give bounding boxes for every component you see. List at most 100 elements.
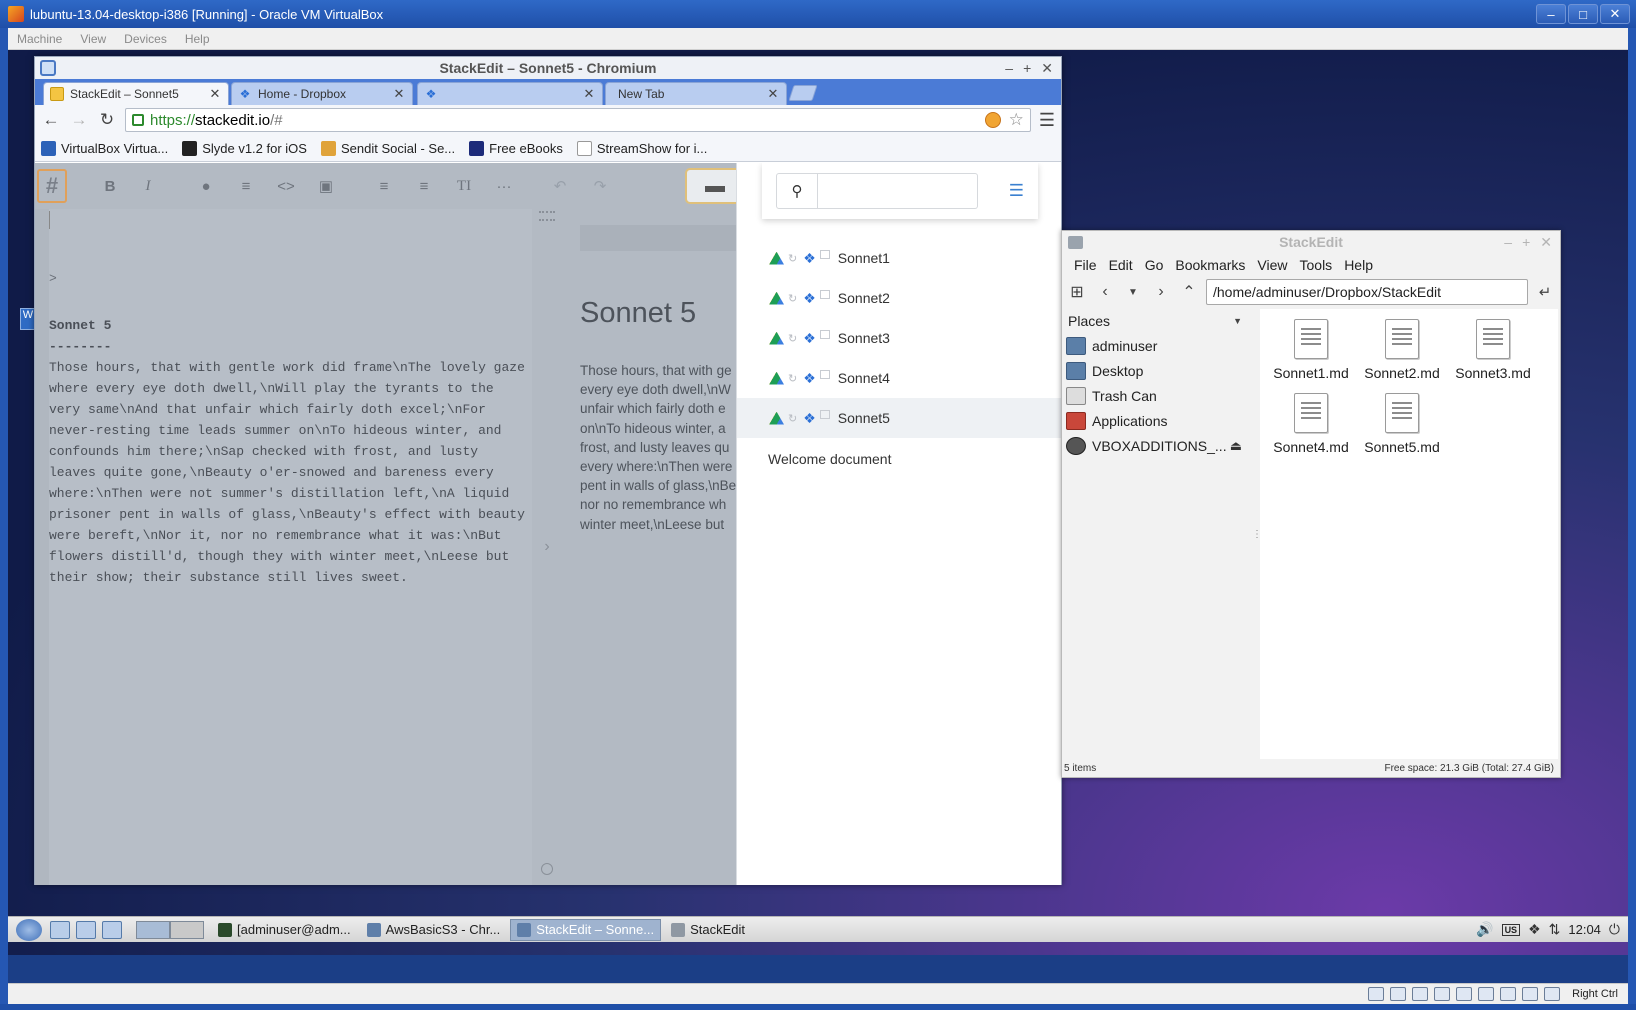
minimize-icon[interactable]: – (1005, 60, 1013, 77)
network-adapter-icon[interactable] (1434, 987, 1451, 1001)
redo-icon[interactable]: ↷ (587, 177, 613, 195)
place-home[interactable]: adminuser (1064, 333, 1254, 358)
image-icon[interactable]: ▣ (313, 177, 339, 195)
file-view[interactable]: Sonnet1.md Sonnet2.md Sonnet3.md Sonnet4… (1260, 309, 1558, 759)
tab-dropbox[interactable]: ❖ ✕ (417, 82, 603, 105)
maximize-icon[interactable]: + (1023, 60, 1031, 77)
task-terminal[interactable]: [adminuser@adm... (212, 919, 357, 941)
shared-folders-icon[interactable] (1456, 987, 1473, 1001)
file-item[interactable]: Sonnet4.md (1266, 393, 1356, 455)
dropbox-tray-icon[interactable]: ❖ (1528, 921, 1541, 938)
start-menu-icon[interactable] (16, 918, 42, 941)
unordered-list-icon[interactable]: ≡ (411, 178, 437, 195)
file-manager-launcher-icon[interactable] (50, 920, 70, 939)
close-button[interactable]: ✕ (1600, 4, 1630, 24)
minimize-button[interactable]: – (1536, 4, 1566, 24)
bold-button[interactable]: B (97, 178, 123, 195)
file-manager-titlebar[interactable]: StackEdit – + ✕ (1062, 231, 1560, 253)
up-icon[interactable]: ⌃ (1178, 282, 1200, 302)
stackedit-menu-button[interactable]: # (37, 169, 67, 203)
resize-dot-icon[interactable] (541, 863, 553, 875)
grip-icon[interactable] (539, 211, 555, 221)
place-desktop[interactable]: Desktop (1064, 358, 1254, 383)
chevron-right-icon[interactable]: › (544, 538, 549, 556)
vm-screen[interactable]: W StackEdit – Sonnet5 - Chromium – + ✕ S… (8, 50, 1628, 955)
mouse-integration-icon[interactable] (1522, 987, 1539, 1001)
terminal-launcher-icon[interactable] (76, 920, 96, 939)
usb-icon[interactable] (1412, 987, 1429, 1001)
tab-close-icon[interactable]: ✕ (582, 86, 596, 102)
network-icon[interactable]: ⇅ (1549, 921, 1561, 938)
chevron-down-icon[interactable]: ▼ (1233, 316, 1242, 326)
editor-preview-splitter[interactable]: › (532, 209, 562, 885)
volume-icon[interactable]: 🔊 (1476, 921, 1493, 938)
menu-edit[interactable]: Edit (1103, 257, 1139, 273)
markdown-editor[interactable]: > Sonnet 5 -------- Those hours, that wi… (35, 209, 532, 885)
forward-icon[interactable]: → (69, 110, 89, 130)
tab-stackedit[interactable]: StackEdit – Sonnet5 ✕ (43, 82, 229, 105)
path-input[interactable]: /home/adminuser/Dropbox/StackEdit (1206, 279, 1528, 305)
chromium-titlebar[interactable]: StackEdit – Sonnet5 - Chromium – + ✕ (35, 57, 1061, 79)
workspace-1[interactable] (136, 920, 170, 939)
document-item-sonnet1[interactable]: ↻ ❖ Sonnet1 (737, 238, 1061, 278)
link-icon[interactable]: ● (193, 178, 219, 195)
minimize-icon[interactable]: – (1504, 234, 1512, 251)
menu-help[interactable]: Help (176, 32, 219, 46)
menu-bookmarks[interactable]: Bookmarks (1169, 257, 1251, 273)
chrome-menu-icon[interactable]: ☰ (1039, 110, 1055, 131)
document-item-sonnet4[interactable]: ↻ ❖ Sonnet4 (737, 358, 1061, 398)
extension-icon[interactable] (984, 112, 1001, 128)
new-tab-icon[interactable]: ⊞ (1066, 282, 1088, 302)
back-icon[interactable]: ‹ (1094, 283, 1116, 301)
layers-icon[interactable]: ☰ (1009, 181, 1024, 201)
menu-view[interactable]: View (71, 32, 115, 46)
menu-view[interactable]: View (1251, 257, 1293, 273)
history-dropdown-icon[interactable]: ▼ (1122, 287, 1144, 298)
menu-help[interactable]: Help (1338, 257, 1379, 273)
maximize-icon[interactable]: + (1522, 234, 1530, 251)
power-icon[interactable]: ⏻ (1609, 921, 1620, 938)
tab-new-tab[interactable]: New Tab ✕ (605, 82, 787, 105)
new-tab-button[interactable] (788, 85, 818, 101)
menu-go[interactable]: Go (1139, 257, 1170, 273)
reload-icon[interactable]: ↻ (97, 110, 117, 130)
tab-close-icon[interactable]: ✕ (766, 86, 780, 102)
show-desktop-icon[interactable] (102, 920, 122, 939)
file-item[interactable]: Sonnet3.md (1448, 319, 1538, 381)
menu-devices[interactable]: Devices (115, 32, 176, 46)
document-item-welcome[interactable]: Welcome document (768, 451, 891, 467)
clock[interactable]: 12:04 (1568, 922, 1601, 937)
blockquote-icon[interactable]: ≡ (233, 178, 259, 195)
hard-disk-icon[interactable] (1368, 987, 1385, 1001)
search-icon[interactable]: ⚲ (776, 173, 818, 209)
place-applications[interactable]: Applications (1064, 408, 1254, 433)
place-vboxadditions[interactable]: VBOXADDITIONS_... ⏏ (1064, 433, 1254, 458)
keyboard-layout[interactable]: US (1501, 923, 1521, 936)
menu-file[interactable]: File (1068, 257, 1103, 273)
maximize-button[interactable]: □ (1568, 4, 1598, 24)
document-item-sonnet2[interactable]: ↻ ❖ Sonnet2 (737, 278, 1061, 318)
document-item-sonnet5[interactable]: ↻ ❖ Sonnet5 (737, 398, 1061, 438)
file-item[interactable]: Sonnet5.md (1357, 393, 1447, 455)
workspace-2[interactable] (170, 920, 204, 939)
tab-close-icon[interactable]: ✕ (392, 86, 406, 102)
tab-dropbox-home[interactable]: ❖ Home - Dropbox ✕ (231, 82, 413, 105)
file-item[interactable]: Sonnet2.md (1357, 319, 1447, 381)
optical-drive-icon[interactable] (1390, 987, 1407, 1001)
document-item-sonnet3[interactable]: ↻ ❖ Sonnet3 (737, 318, 1061, 358)
close-icon[interactable]: ✕ (1540, 234, 1552, 251)
menu-tools[interactable]: Tools (1294, 257, 1339, 273)
bookmark-slyde[interactable]: Slyde v1.2 for iOS (182, 140, 307, 156)
search-input[interactable] (818, 173, 978, 209)
menu-machine[interactable]: Machine (8, 32, 71, 46)
workspace-pager[interactable] (136, 920, 204, 939)
bookmark-sendit[interactable]: Sendit Social - Se... (320, 140, 455, 156)
eject-icon[interactable]: ⏏ (1230, 438, 1242, 454)
tab-close-icon[interactable]: ✕ (208, 86, 222, 102)
bookmark-star-icon[interactable]: ☆ (1009, 110, 1024, 130)
place-trash[interactable]: Trash Can (1064, 383, 1254, 408)
ordered-list-icon[interactable]: ≡ (371, 178, 397, 195)
bookmark-free-ebooks[interactable]: Free eBooks (469, 140, 563, 156)
video-capture-icon[interactable] (1478, 987, 1495, 1001)
horizontal-rule-button[interactable]: ··· (491, 178, 517, 195)
